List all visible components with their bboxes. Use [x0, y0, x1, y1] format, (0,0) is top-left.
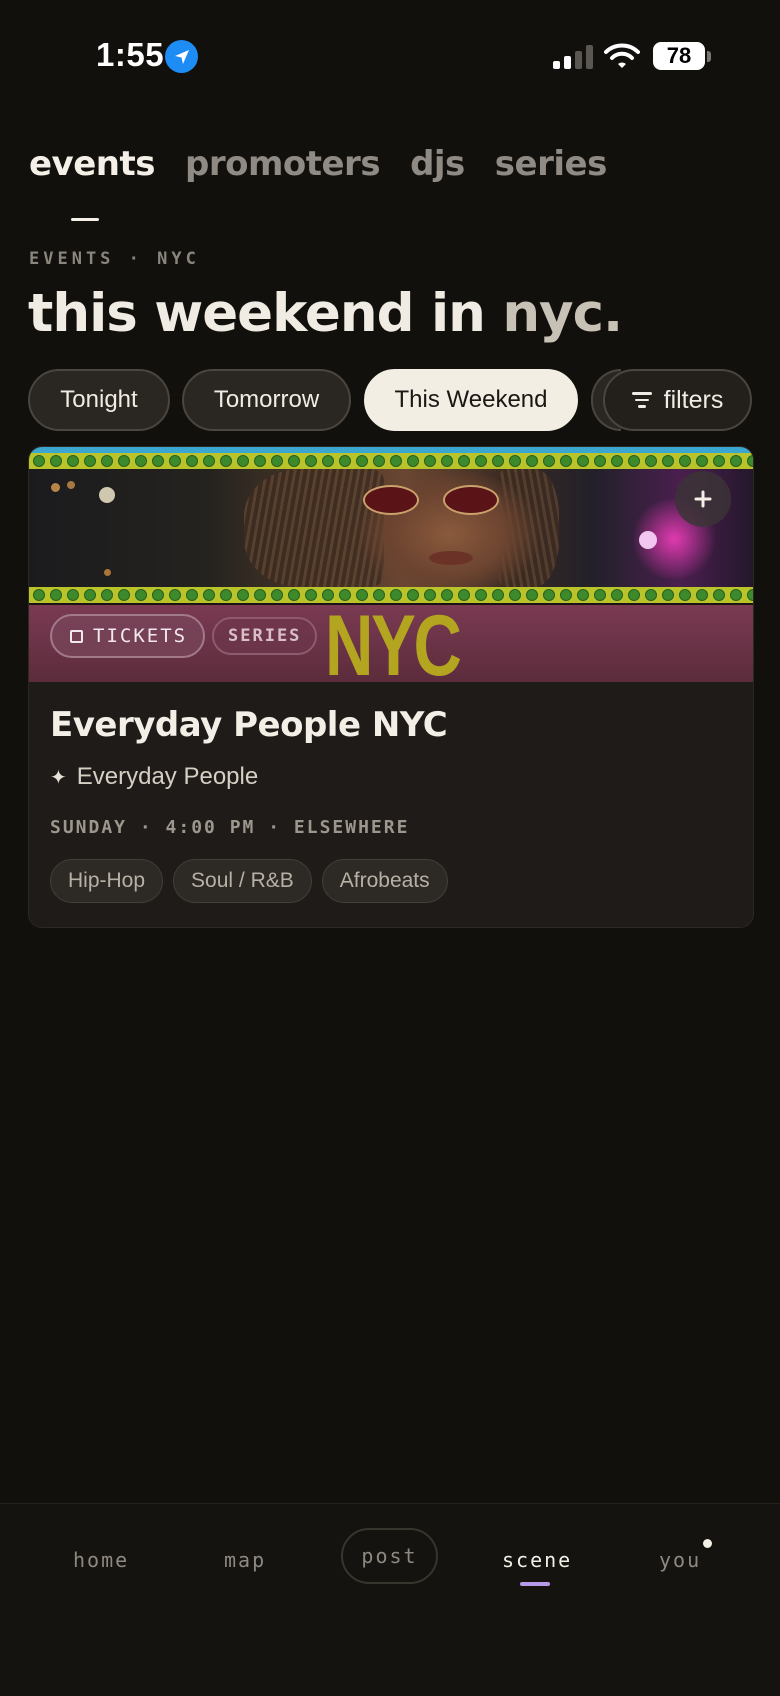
ticket-icon — [70, 629, 83, 643]
hero-photo — [29, 469, 753, 587]
tag-soul-rnb[interactable]: Soul / R&B — [173, 859, 312, 903]
tickets-label: TICKETS — [93, 625, 188, 647]
battery-nub — [707, 51, 711, 62]
plus-icon — [694, 490, 712, 508]
genre-tags: Hip-Hop Soul / R&B Afrobeats — [50, 859, 448, 903]
cellular-signal-icon — [553, 44, 593, 69]
notification-dot — [703, 1539, 712, 1548]
page-title: this weekend in nyc. — [28, 283, 623, 344]
status-time: 1:55 — [96, 36, 165, 73]
hero-pattern-strip-top — [29, 453, 753, 469]
sparkle-icon: ✦ — [50, 766, 67, 789]
status-bar: 1:55 78 — [0, 0, 780, 110]
event-card[interactable]: NYC TICKETS SERIES Everyday People NYC ✦… — [28, 446, 754, 928]
nav-post-button[interactable]: post — [341, 1528, 438, 1584]
page-title-text: this weekend in — [28, 283, 503, 344]
filters-label: filters — [663, 385, 724, 414]
hero-nyc-artwork: NYC — [325, 598, 462, 682]
event-meta: SUNDAY · 4:00 PM · ELSEWHERE — [50, 817, 410, 838]
tab-promoters[interactable]: promoters — [185, 144, 381, 184]
event-promoter[interactable]: ✦ Everyday People — [50, 763, 258, 791]
event-title: Everyday People NYC — [50, 705, 448, 745]
nav-you[interactable]: you — [659, 1548, 701, 1572]
tab-djs[interactable]: djs — [410, 144, 465, 184]
tickets-badge[interactable]: TICKETS — [50, 614, 206, 658]
chip-tomorrow[interactable]: Tomorrow — [182, 369, 351, 431]
wifi-icon — [604, 42, 640, 74]
tag-afrobeats[interactable]: Afrobeats — [321, 859, 448, 903]
event-hero-image: NYC TICKETS SERIES — [29, 447, 753, 682]
nav-home[interactable]: home — [73, 1548, 129, 1572]
nav-map[interactable]: map — [224, 1548, 266, 1572]
chip-tonight[interactable]: Tonight — [28, 369, 170, 431]
tab-series[interactable]: series — [495, 144, 608, 184]
add-event-button[interactable] — [675, 471, 731, 527]
bottom-nav: home map post scene you — [0, 1503, 780, 1696]
tag-hip-hop[interactable]: Hip-Hop — [50, 859, 164, 903]
location-arrow-icon — [165, 40, 198, 73]
battery-icon: 78 — [653, 42, 705, 70]
top-tabs: events promoters djs series — [29, 144, 608, 221]
promoter-name: Everyday People — [76, 763, 259, 790]
page-title-city: nyc. — [502, 283, 623, 344]
filters-button[interactable]: filters — [603, 369, 752, 431]
section-eyebrow: EVENTS · NYC — [29, 249, 200, 269]
chip-this-weekend[interactable]: This Weekend — [364, 369, 578, 431]
series-badge: SERIES — [212, 617, 318, 655]
nav-scene[interactable]: scene — [502, 1548, 572, 1586]
tab-events[interactable]: events — [29, 144, 155, 221]
filter-lines-icon — [631, 392, 652, 408]
